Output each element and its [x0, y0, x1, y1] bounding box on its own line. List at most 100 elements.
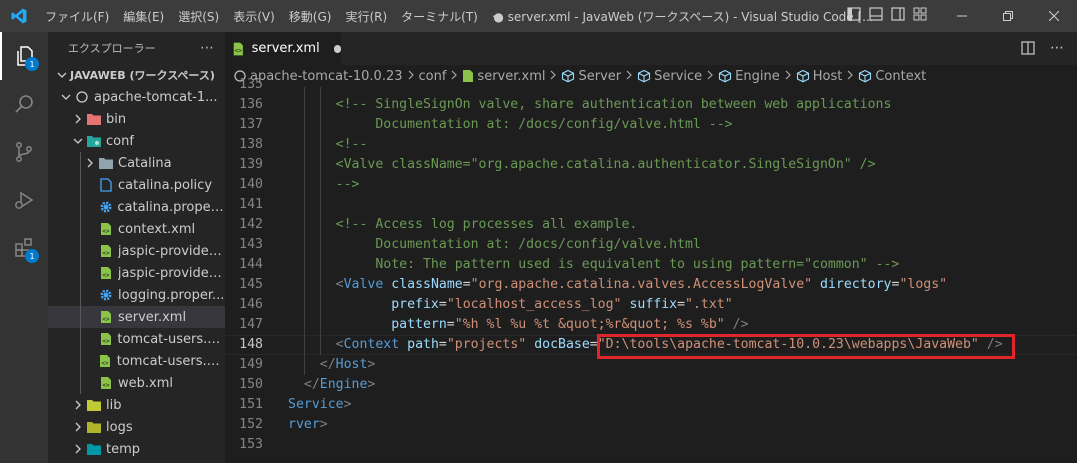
- explorer-badge: 1: [25, 57, 39, 71]
- tree-item-label: jaspic-provider...: [117, 243, 225, 259]
- tree-item[interactable]: logs: [48, 416, 225, 438]
- chevron-right-icon[interactable]: [70, 419, 86, 435]
- menu-item[interactable]: 表示(V): [226, 8, 282, 25]
- breadcrumb-item[interactable]: Context: [858, 69, 926, 84]
- breadcrumb-item[interactable]: Server: [561, 69, 621, 84]
- code-token: path: [407, 337, 439, 352]
- code-token: Engine: [319, 377, 368, 392]
- menu-item[interactable]: 移動(G): [282, 8, 339, 25]
- tree-item[interactable]: <> tomcat-users.xsd: [48, 350, 225, 372]
- breadcrumb-item[interactable]: Host: [796, 69, 842, 84]
- svg-text:<>: <>: [102, 228, 110, 235]
- explorer-activity[interactable]: 1: [0, 32, 48, 80]
- breadcrumb-item[interactable]: Engine: [718, 69, 780, 84]
- menu-item[interactable]: 選択(S): [171, 8, 226, 25]
- run-debug-activity[interactable]: [0, 176, 48, 224]
- tree-item[interactable]: <> jaspic-provider...: [48, 262, 225, 284]
- tree-item[interactable]: conf: [48, 130, 225, 152]
- editor-more-actions-button[interactable]: ⋯: [1050, 40, 1065, 56]
- close-button[interactable]: [1031, 0, 1077, 32]
- minimize-button[interactable]: [939, 0, 985, 32]
- menu-item[interactable]: ファイル(F): [38, 8, 116, 25]
- menu-bar: ファイル(F) 編集(E) 選択(S) 表示(V) 移動(G) 実行(R) ターミナル(T)…: [38, 8, 511, 25]
- tree-item[interactable]: Catalina: [48, 152, 225, 174]
- code-token: -->: [288, 177, 360, 192]
- xml-file-icon: <>: [233, 42, 243, 55]
- tree-item[interactable]: temp: [48, 438, 225, 460]
- tree-indent-guide: [80, 262, 81, 284]
- customize-layout-icon[interactable]: [912, 6, 928, 22]
- toggle-panel-icon[interactable]: [868, 6, 884, 22]
- line-numbers: 135 136 137 138 139 140 141 142 143 144 145 146 147 1…: [225, 77, 280, 463]
- tree-item[interactable]: logging.proper...: [48, 284, 225, 306]
- code-line[interactable]: pattern="%h %l %u %t &quot;%r&quot; %s %…: [288, 315, 748, 335]
- code-line[interactable]: Service>: [288, 395, 352, 415]
- code-line[interactable]: Documentation at: /docs/config/valve.htm…: [288, 235, 701, 255]
- tree-item[interactable]: <> web.xml: [48, 372, 225, 394]
- tree-item[interactable]: <> tomcat-users.x...: [48, 328, 225, 350]
- unsaved-dot-icon[interactable]: [333, 44, 341, 53]
- code-token: <!-- Access log processes all example.: [288, 217, 638, 232]
- chevron-down-icon: [57, 72, 67, 78]
- chevron-right-icon[interactable]: [70, 111, 86, 127]
- tree-item[interactable]: <> server.xml: [48, 306, 225, 328]
- chevron-right-icon[interactable]: [70, 441, 86, 457]
- code-line[interactable]: <!-- SingleSignOn valve, share authentic…: [288, 95, 892, 115]
- code-line[interactable]: <Valve className="org.apache.catalina.au…: [288, 155, 876, 175]
- more-actions-button[interactable]: ⋯: [200, 40, 215, 56]
- menu-item[interactable]: 編集(E): [116, 8, 171, 25]
- breadcrumb-label: Context: [875, 68, 927, 84]
- code-editor[interactable]: 135 136 137 138 139 140 141 142 143 144 145 146 147 1…: [225, 77, 1077, 463]
- code-content[interactable]: <!-- SingleSignOn valve, share authentic…: [288, 87, 1068, 463]
- tree-item[interactable]: <> context.xml: [48, 218, 225, 240]
- search-activity[interactable]: [0, 80, 48, 128]
- tab-server-xml[interactable]: <> server.xml: [225, 32, 341, 65]
- code-token: =: [677, 297, 686, 312]
- tree-item[interactable]: bin: [48, 108, 225, 130]
- code-line[interactable]: prefix="localhost_access_log" suffix=".t…: [288, 295, 732, 315]
- code-line[interactable]: </Host>: [288, 355, 376, 375]
- breadcrumb-item[interactable]: Service: [637, 69, 702, 84]
- code-line[interactable]: <Valve className="org.apache.catalina.va…: [288, 275, 947, 295]
- chevron-down-icon[interactable]: [58, 89, 74, 105]
- code-line[interactable]: <!-- Access log processes all example.: [288, 215, 638, 235]
- tree-indent-guide: [80, 306, 81, 328]
- menu-item[interactable]: 実行(R): [338, 8, 394, 25]
- tree-item[interactable]: apache-tomcat-1...: [48, 86, 225, 108]
- breadcrumb-label: conf: [418, 68, 447, 84]
- menu-item[interactable]: ターミナル(T): [394, 8, 485, 25]
- tree-item[interactable]: lib: [48, 394, 225, 416]
- split-editor-icon[interactable]: [1020, 40, 1036, 56]
- chevron-right-icon[interactable]: [70, 397, 86, 413]
- symbol-element-icon: [858, 69, 872, 83]
- code-token: docBase: [534, 337, 590, 352]
- tree-indent-guide: [80, 350, 81, 372]
- tree-item[interactable]: catalina.proper...: [48, 196, 225, 218]
- line-number: 138: [239, 137, 263, 152]
- breadcrumb-item[interactable]: conf: [419, 69, 447, 84]
- explorer-header: エクスプローラー ⋯: [48, 32, 225, 64]
- chevron-right-icon: [784, 70, 792, 83]
- tree-item[interactable]: catalina.policy: [48, 174, 225, 196]
- extensions-activity[interactable]: 1: [0, 224, 48, 272]
- source-control-activity[interactable]: [0, 128, 48, 176]
- code-line[interactable]: <!--: [288, 135, 368, 155]
- chevron-right-icon[interactable]: [82, 155, 98, 171]
- tree-item[interactable]: <> jaspic-provider...: [48, 240, 225, 262]
- code-line[interactable]: -->: [288, 175, 360, 195]
- code-line[interactable]: rver>: [288, 415, 328, 435]
- code-line[interactable]: Documentation at: /docs/config/valve.htm…: [288, 115, 732, 135]
- code-token: "localhost_access_log": [446, 297, 622, 312]
- toggle-secondary-sidebar-icon[interactable]: [890, 6, 906, 22]
- workspace-section[interactable]: JAVAWEB (ワークスペース): [48, 64, 225, 86]
- toggle-sidebar-icon[interactable]: [846, 6, 862, 22]
- code-line[interactable]: </Engine>: [288, 375, 375, 395]
- chevron-down-icon[interactable]: [70, 133, 86, 149]
- code-token: <Valve className="org.apache.catalina.au…: [288, 157, 876, 172]
- restore-button[interactable]: [985, 0, 1031, 32]
- breadcrumb-item[interactable]: server.xml: [462, 69, 545, 84]
- code-line[interactable]: Note: The pattern used is equivalent to …: [288, 255, 899, 275]
